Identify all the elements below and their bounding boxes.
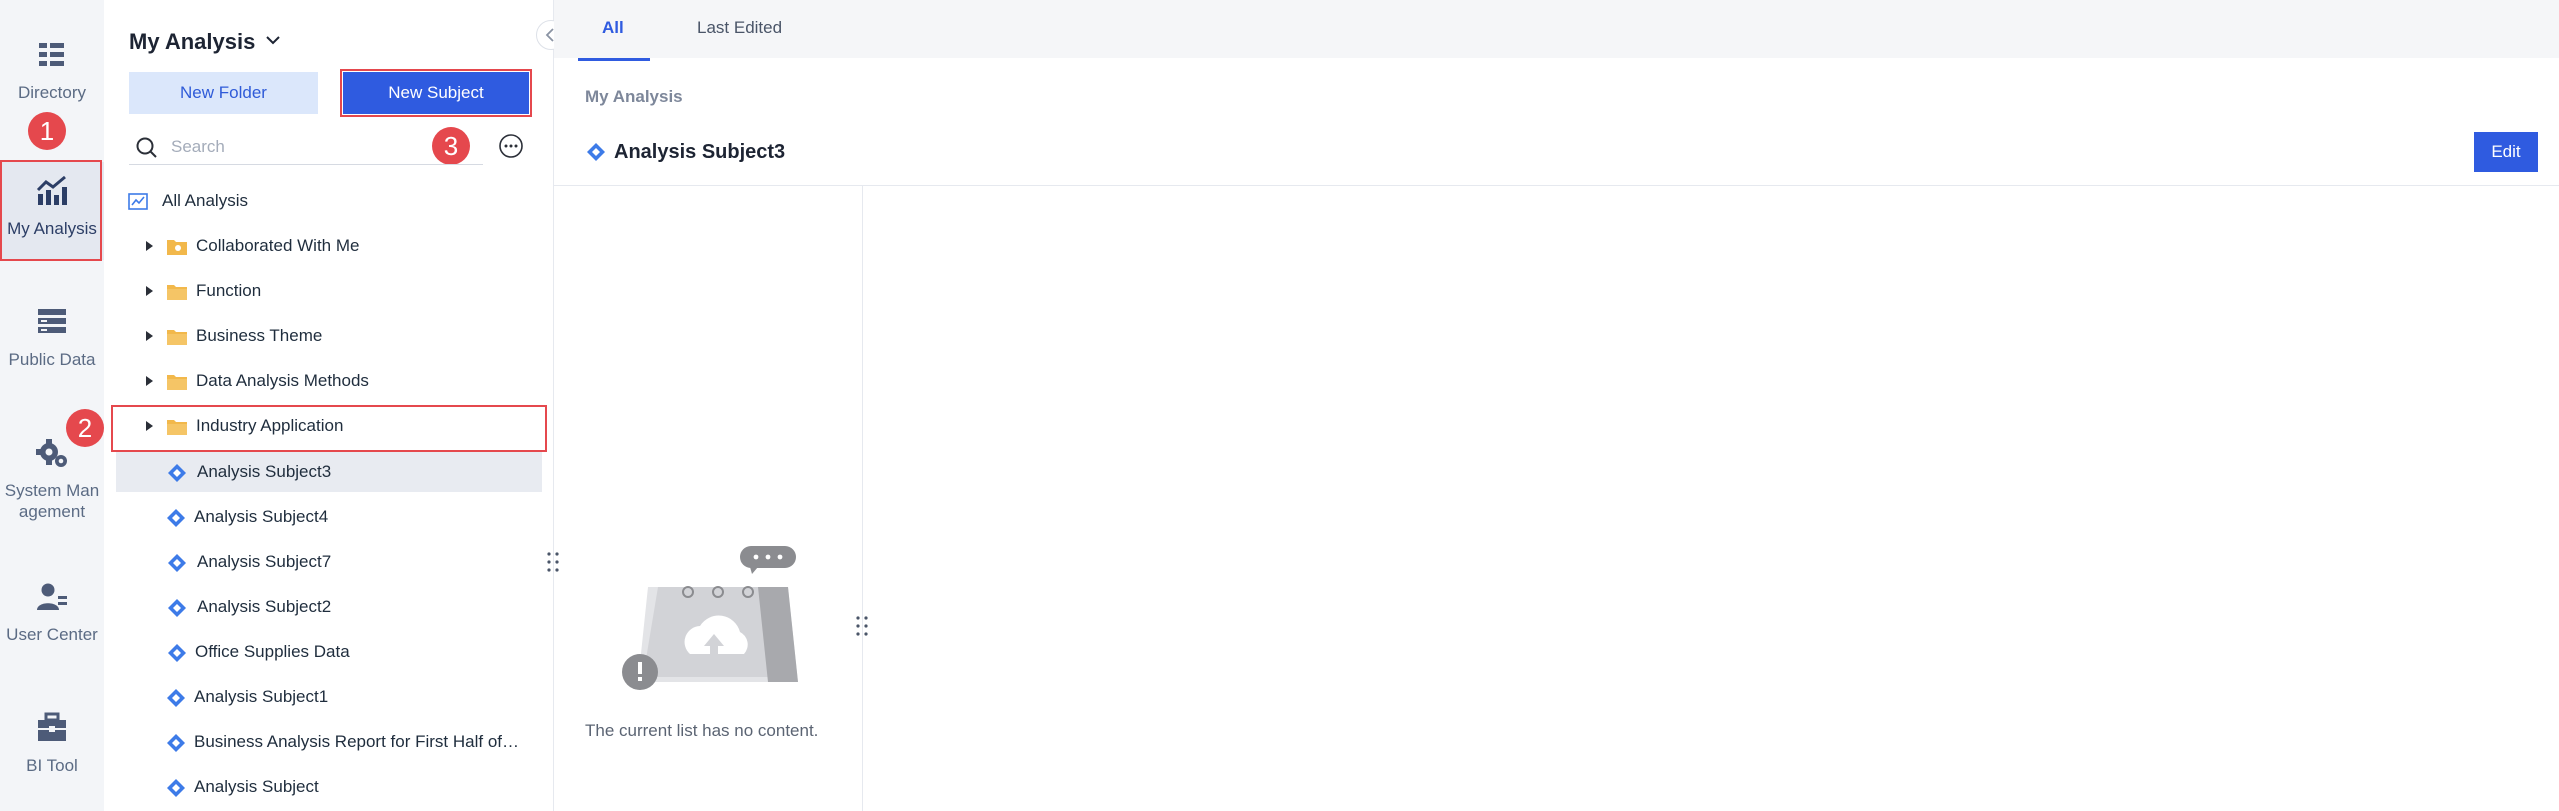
tree-item-analysis-subject3[interactable]: Analysis Subject3 [116,452,542,492]
rail-label-bi-tool: BI Tool [26,756,78,775]
breadcrumb[interactable]: My Analysis [585,87,683,107]
header-divider [554,185,2559,186]
folder-icon [167,330,187,345]
tree-item-business-theme[interactable]: Business Theme [116,316,542,356]
subject-icon [167,779,185,797]
tree-item-label: Analysis Subject [194,777,319,796]
annotation-badge-2: 2 [66,409,104,447]
rail-label-system-management: System Man agement [0,480,104,522]
tree-item-label: Analysis Subject7 [197,552,332,571]
tree-item-label: Data Analysis Methods [196,371,369,390]
tree-item-label: Analysis Subject3 [197,462,332,481]
tree-item-analysis-subject2[interactable]: Analysis Subject2 [116,587,542,627]
tree-item-label: Analysis Subject4 [194,507,329,526]
empty-state-text: The current list has no content. [585,721,819,740]
new-folder-button[interactable]: New Folder [129,72,318,114]
panel-resize-handle-icon[interactable] [546,551,560,573]
tree-item-label: Industry Application [196,416,344,435]
caret-right-icon[interactable] [146,286,153,296]
page-title: Analysis Subject3 [614,141,786,163]
tree-item-all-analysis[interactable]: All Analysis [116,181,542,221]
system-gear-icon [36,439,67,467]
folder-icon [167,285,187,300]
tree-item-label: Analysis Subject2 [197,597,332,616]
rail-label-system-line1: System Man [4,481,100,500]
rail-item-public-data[interactable]: Public Data [0,305,104,370]
tree-item-label: Analysis Subject1 [194,687,329,706]
tree-item-function[interactable]: Function [116,271,542,311]
tree-item-collaborated-with-me[interactable]: Collaborated With Me [116,226,542,266]
search-box [129,128,483,165]
subject-icon [167,509,185,527]
rail-label-my-analysis: My Analysis [7,219,97,238]
chevron-down-icon[interactable] [263,30,283,50]
rail-item-directory[interactable]: Directory [0,38,104,103]
tree-item-label: Function [196,281,262,300]
rail-item-bi-tool[interactable]: BI Tool [0,711,104,776]
tree-item-analysis-subject4[interactable]: Analysis Subject4 [116,497,542,537]
tree-item-office-supplies-data[interactable]: Office Supplies Data [116,632,542,672]
rail-label-user-center: User Center [6,625,98,644]
active-tab-indicator [578,58,650,61]
tree-item-label: Office Supplies Data [195,642,350,661]
tree-item-industry-application[interactable]: Industry Application [116,406,542,446]
empty-state-illustration [622,546,798,690]
tree-item-analysis-subject7[interactable]: Analysis Subject7 [116,542,542,582]
rail-item-user-center[interactable]: User Center [0,580,104,645]
rail-item-system-management[interactable]: System Man agement [0,436,104,522]
annotation-badge-1: 1 [28,112,66,150]
caret-right-icon[interactable] [146,241,153,251]
subject-icon [168,464,186,482]
rail-item-my-analysis[interactable]: My Analysis [0,162,104,260]
search-input[interactable] [169,132,473,162]
tree-item-label: Business Theme [196,326,323,345]
tree-item-business-analysis-report[interactable]: Business Analysis Report for First Half … [116,722,542,762]
subject-icon [167,689,185,707]
folder-icon [167,375,187,390]
directory-icon [39,43,64,66]
tree-item-label: All Analysis [162,191,248,210]
subject-icon [168,599,186,617]
rail-label-directory: Directory [17,83,86,102]
folder-icon [167,420,187,435]
tree-item-label: Collaborated With Me [196,236,360,255]
more-options-icon[interactable] [498,133,524,159]
main-tabs-bar [554,0,2559,58]
caret-right-icon[interactable] [146,421,153,431]
shared-folder-icon [167,240,187,255]
tree-item-analysis-subject1[interactable]: Analysis Subject1 [116,677,542,717]
panel-divider [553,0,554,811]
tab-all[interactable]: All [602,18,624,38]
rail-label-system-line2: agement [18,502,86,521]
subject-icon [167,734,185,752]
tab-last-edited[interactable]: Last Edited [697,18,782,38]
subject-icon [587,143,605,161]
tree-item-data-analysis-methods[interactable]: Data Analysis Methods [116,361,542,401]
subject-icon [168,644,186,662]
panel-title[interactable]: My Analysis [129,29,255,55]
tree-item-analysis-subject[interactable]: Analysis Subject [116,767,542,807]
caret-right-icon[interactable] [146,376,153,386]
public-data-icon [38,309,66,333]
new-subject-button[interactable]: New Subject [343,72,529,114]
all-analysis-icon [128,193,148,210]
rail-label-public-data: Public Data [8,350,96,369]
search-icon [136,137,157,158]
toolbox-icon [38,712,66,741]
tree-item-label: Business Analysis Report for First Half … [194,732,520,751]
analysis-chart-icon [36,175,67,205]
caret-right-icon[interactable] [146,331,153,341]
column-divider [862,186,863,811]
subject-icon [168,554,186,572]
user-center-icon [37,583,67,610]
edit-button[interactable]: Edit [2474,132,2538,172]
